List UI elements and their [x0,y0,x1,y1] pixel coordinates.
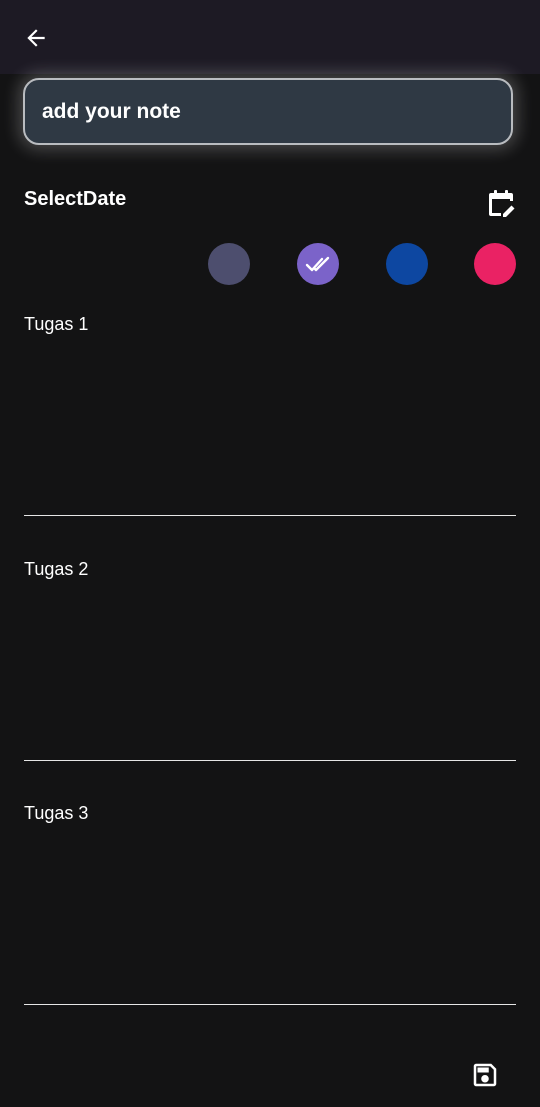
note-title-input[interactable]: add your note [23,78,513,145]
calendar-button[interactable] [480,182,522,224]
back-button[interactable] [14,16,58,60]
color-swatch-blue[interactable] [386,243,428,285]
save-button[interactable] [464,1054,506,1096]
color-swatch-pink[interactable] [474,243,516,285]
task-3-input[interactable] [24,789,516,1005]
save-icon [473,1063,497,1087]
calendar-edit-icon [489,190,515,217]
color-swatch-purple[interactable] [297,243,339,285]
task-1-input[interactable] [24,300,516,516]
arrow-left-icon [27,29,45,47]
double-check-icon [305,256,330,272]
note-title-placeholder: add your note [42,99,181,123]
task-2-input[interactable] [24,545,516,761]
app-bar [0,0,540,74]
select-date-label: SelectDate [24,188,127,210]
color-swatch-slate[interactable] [208,243,250,285]
